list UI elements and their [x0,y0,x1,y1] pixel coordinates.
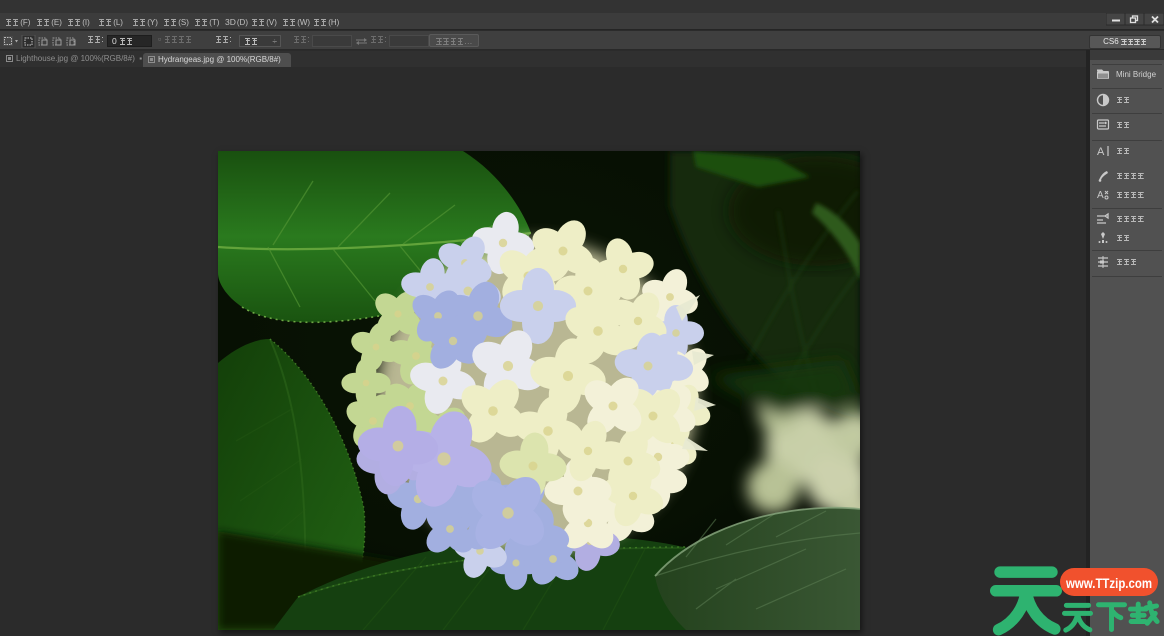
svg-text:A: A [1097,190,1104,201]
svg-text:www.TTzip.com: www.TTzip.com [1065,575,1152,591]
svg-text:A: A [1097,146,1105,158]
